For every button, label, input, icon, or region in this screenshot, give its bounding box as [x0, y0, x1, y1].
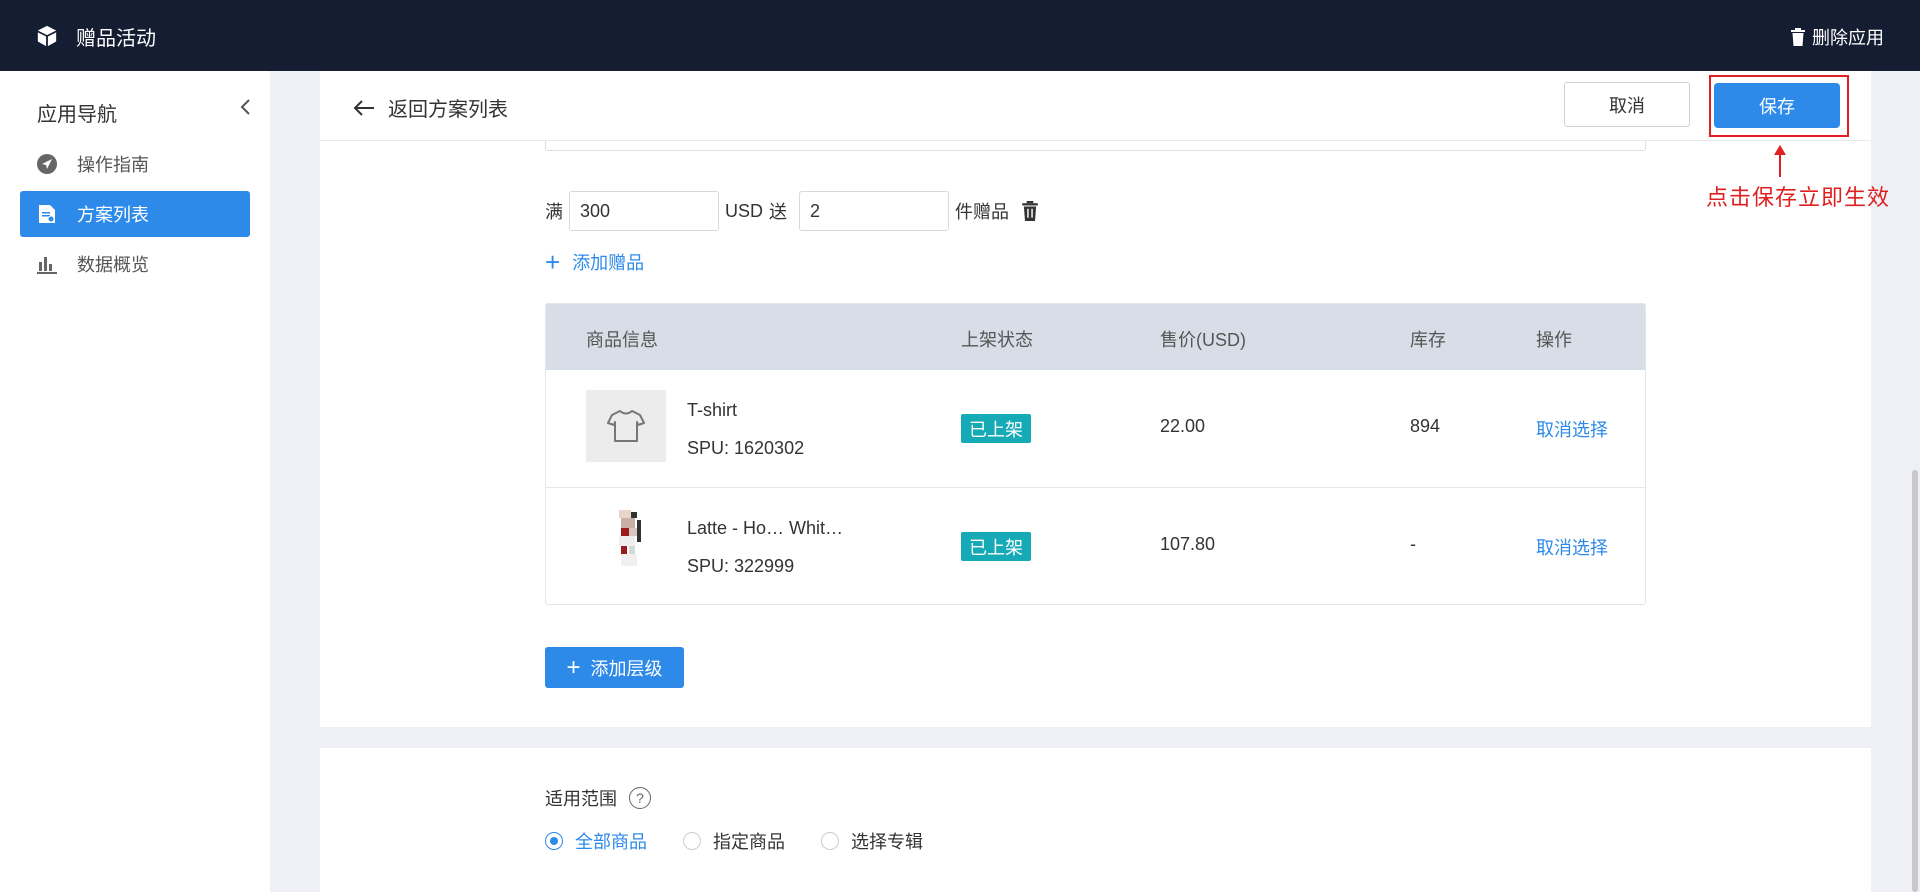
add-gift-link[interactable]: + 添加赠品: [545, 249, 644, 275]
radio-all-products[interactable]: 全部商品: [545, 828, 647, 854]
table-row: T-shirt SPU: 1620302 已上架 22.00 894 取消选择: [546, 370, 1645, 488]
radio-dot: [545, 832, 563, 850]
cube-icon: [37, 25, 57, 47]
sidebar-item-guide[interactable]: 操作指南: [20, 141, 250, 187]
sidebar: 应用导航 操作指南 方案列表 数据概览: [0, 71, 270, 892]
gift-table: 商品信息 上架状态 售价(USD) 库存 操作 T-shirt SPU: 162…: [545, 303, 1646, 605]
pixelated-image-icon: [619, 510, 641, 566]
status-badge: 已上架: [961, 414, 1031, 443]
column-header: 库存: [1410, 330, 1446, 350]
status-badge: 已上架: [961, 532, 1031, 561]
deselect-link[interactable]: 取消选择: [1536, 416, 1608, 442]
scrollbar-thumb[interactable]: [1912, 470, 1918, 892]
sidebar-item-label: 操作指南: [77, 155, 149, 175]
product-name: Latte - Ho… Whit…: [687, 518, 844, 538]
column-header: 上架状态: [961, 330, 1033, 350]
document-list-icon: [37, 204, 57, 224]
add-gift-label: 添加赠品: [572, 253, 645, 273]
app-title: 赠品活动: [76, 28, 156, 50]
sidebar-item-data-overview[interactable]: 数据概览: [20, 241, 250, 287]
tier-prefix: 满: [545, 202, 563, 222]
bar-chart-icon: [37, 254, 57, 274]
threshold-input[interactable]: 300: [569, 191, 719, 231]
delete-app-label: 删除应用: [1812, 28, 1884, 48]
arrow-up-icon: [1774, 145, 1786, 177]
annotation-text: 点击保存立即生效: [1706, 186, 1891, 211]
scope-panel: 适用范围 ? 全部商品 指定商品 选择专辑: [320, 748, 1871, 892]
table-row: Latte - Ho… Whit… SPU: 322999 已上架 107.80…: [546, 488, 1645, 604]
plan-editor-panel: 返回方案列表 取消 保存 满 300 USD 送 2 件赠品 + 添加赠品 商品…: [320, 71, 1871, 727]
navigation-icon: [37, 154, 57, 174]
add-tier-button[interactable]: + 添加层级: [545, 647, 684, 688]
radio-dot: [821, 832, 839, 850]
radio-label: 指定商品: [713, 832, 785, 852]
top-bar: 赠品活动 删除应用: [0, 0, 1920, 71]
sidebar-item-label: 方案列表: [77, 205, 149, 225]
scope-label-row: 适用范围 ?: [545, 785, 651, 811]
radio-select-collection[interactable]: 选择专辑: [821, 828, 923, 854]
plus-icon: +: [566, 653, 581, 681]
back-label: 返回方案列表: [388, 99, 508, 121]
product-stock: -: [1410, 534, 1416, 554]
product-spu: SPU: 1620302: [687, 438, 805, 458]
column-header: 售价(USD): [1160, 330, 1246, 350]
gift-count-input[interactable]: 2: [799, 191, 950, 231]
sidebar-item-label: 数据概览: [77, 255, 149, 275]
scope-radio-group: 全部商品 指定商品 选择专辑: [545, 828, 959, 854]
arrow-left-icon: [353, 99, 374, 116]
product-thumbnail: [586, 508, 666, 580]
product-spu: SPU: 322999: [687, 556, 795, 576]
trash-icon[interactable]: [1021, 201, 1039, 221]
sidebar-item-plan-list[interactable]: 方案列表: [20, 191, 250, 237]
radio-label: 选择专辑: [851, 832, 923, 852]
sidebar-title: 应用导航: [37, 104, 117, 126]
tshirt-icon: [607, 410, 645, 442]
previous-input-edge: [545, 141, 1646, 151]
add-tier-label: 添加层级: [590, 658, 663, 679]
editor-header: 返回方案列表 取消 保存: [320, 71, 1871, 141]
question-icon[interactable]: ?: [629, 787, 651, 809]
cancel-button[interactable]: 取消: [1564, 82, 1690, 127]
table-header: 商品信息 上架状态 售价(USD) 库存 操作: [546, 304, 1645, 370]
scope-label: 适用范围: [545, 789, 617, 809]
gift-suffix: 件赠品: [955, 202, 1010, 222]
deselect-link[interactable]: 取消选择: [1536, 534, 1608, 560]
tier-row: 满 300 USD 送 2 件赠品: [545, 191, 1039, 231]
column-header: 操作: [1536, 330, 1572, 350]
back-to-plan-list-link[interactable]: 返回方案列表: [352, 93, 508, 122]
column-header: 商品信息: [586, 330, 658, 350]
trash-icon: [1791, 28, 1805, 46]
chevron-left-icon[interactable]: [236, 95, 256, 119]
delete-app-button[interactable]: 删除应用: [1790, 24, 1884, 50]
annotation-highlight-box: [1709, 75, 1849, 137]
radio-label: 全部商品: [575, 832, 647, 852]
radio-specific-products[interactable]: 指定商品: [683, 828, 785, 854]
radio-dot: [683, 832, 701, 850]
product-name: T-shirt: [687, 400, 738, 420]
currency-label: USD: [725, 200, 764, 221]
product-thumbnail: [586, 390, 666, 462]
product-price: 22.00: [1160, 416, 1206, 436]
give-label: 送: [769, 202, 788, 222]
product-stock: 894: [1410, 416, 1441, 436]
plus-icon: +: [545, 247, 561, 277]
product-price: 107.80: [1160, 534, 1216, 554]
